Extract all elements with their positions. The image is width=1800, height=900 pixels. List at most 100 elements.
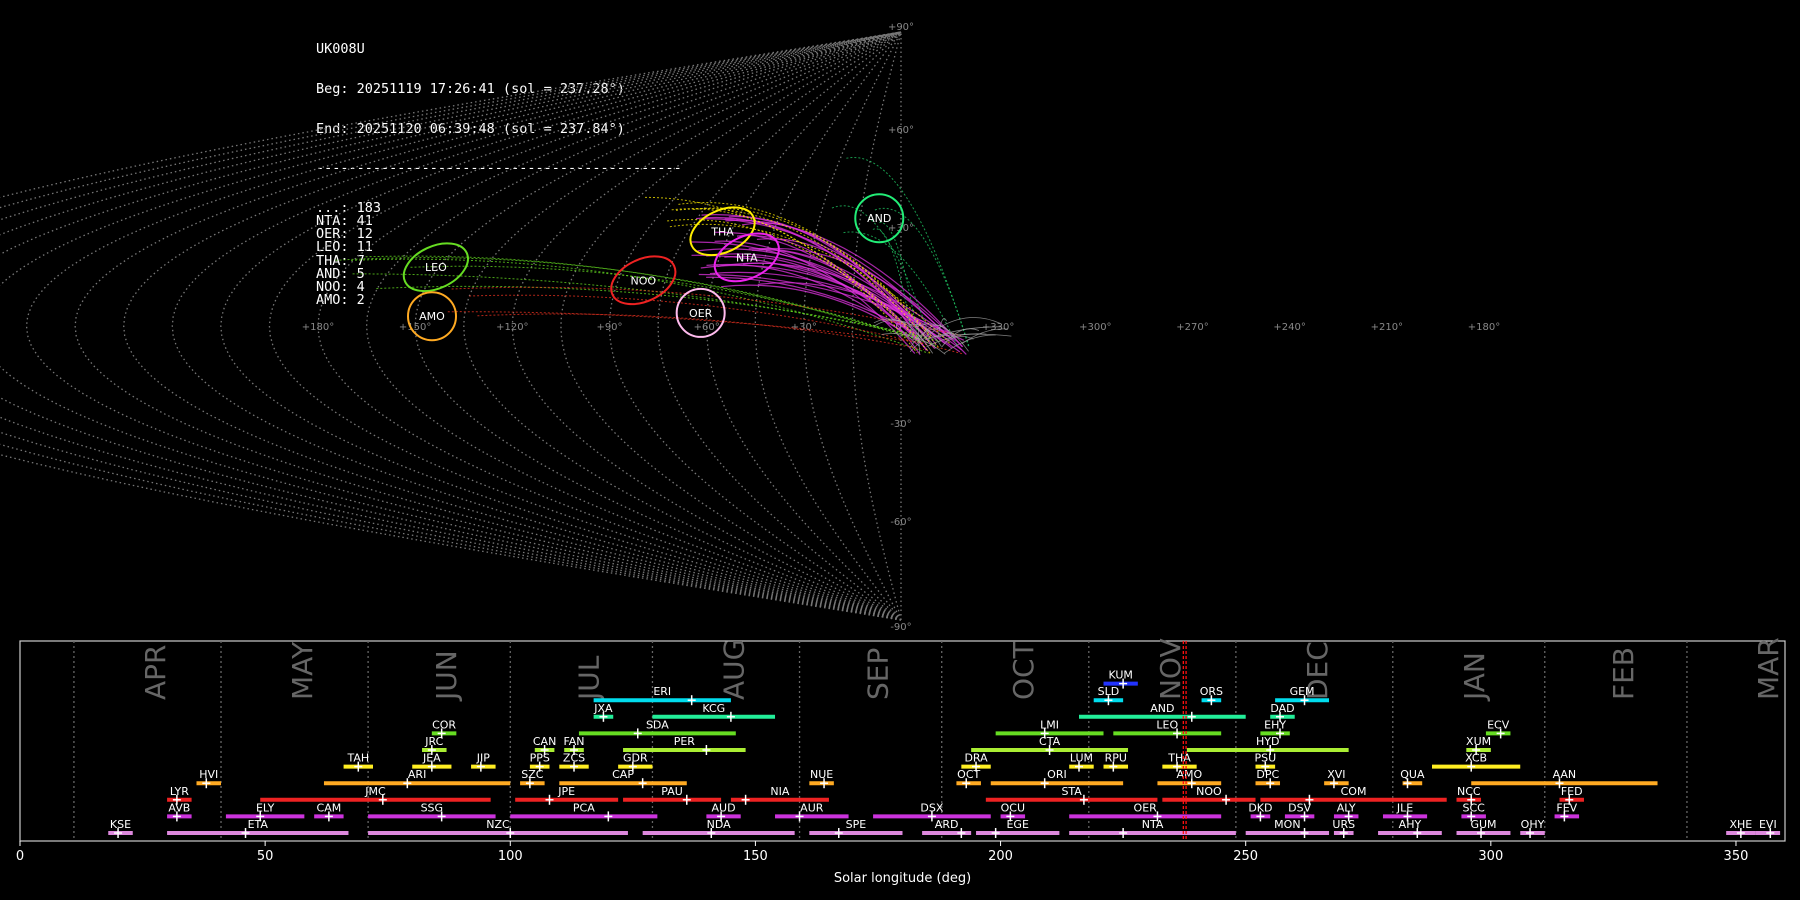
- meridian-line: [803, 31, 902, 621]
- shower-label: GEM: [1290, 685, 1315, 698]
- shower-label: JXA: [593, 702, 613, 715]
- shower-label: ECV: [1487, 718, 1510, 731]
- shower-label: LMI: [1040, 718, 1059, 731]
- shower-label: CTA: [1039, 735, 1061, 748]
- shower-label: RPU: [1105, 752, 1127, 765]
- longitude-label: +150°: [399, 322, 431, 333]
- shower-label: AMO: [1176, 768, 1202, 781]
- radiant-label: THA: [710, 225, 734, 238]
- meridian-line: [0, 31, 902, 621]
- x-tick-label: 200: [988, 849, 1013, 864]
- shower-label: PPS: [530, 752, 550, 765]
- radiant-label: NOO: [631, 274, 657, 287]
- shower-label: OCU: [1001, 801, 1025, 814]
- shower-label: EVI: [1759, 818, 1777, 831]
- shower-label: OCT: [957, 768, 980, 781]
- shower-label: HVI: [199, 768, 218, 781]
- shower-label: NDA: [707, 818, 732, 831]
- x-tick-label: 0: [16, 849, 24, 864]
- meridian-line: [0, 31, 902, 621]
- shower-label: LEO: [1156, 718, 1178, 731]
- x-axis: 0 50 100 150 200 250 300 350: [16, 841, 1748, 864]
- month-label: MAY: [286, 641, 319, 700]
- month-label: APR: [139, 645, 172, 701]
- shower-label: KUM: [1108, 669, 1132, 682]
- month-label: JUL: [572, 655, 605, 702]
- x-tick-label: 150: [743, 849, 768, 864]
- shower-label: NIA: [770, 785, 789, 798]
- longitude-label: +240°: [1273, 322, 1305, 333]
- meridian-line: [0, 31, 902, 621]
- shower-label: SLD: [1098, 685, 1120, 698]
- meridian-line: [414, 31, 902, 621]
- calendar-frame: [19, 640, 1786, 842]
- shower-label: JPE: [557, 785, 575, 798]
- shower-label: GDR: [623, 752, 648, 765]
- latitude-label: -90°: [890, 622, 911, 633]
- shower-label: ERI: [653, 685, 671, 698]
- longitude-label: +270°: [1176, 322, 1208, 333]
- shower-calendar-panel: APR MAY JUN JUL AUG SEP OCT NOV DEC JAN FEB MAR KUM…: [16, 637, 1786, 886]
- shower-label: XUM: [1466, 735, 1491, 748]
- shower-label: SZC: [521, 768, 544, 781]
- shower-label: NCC: [1457, 785, 1481, 798]
- shower-label: MON: [1274, 818, 1300, 831]
- latitude-label: -30°: [890, 419, 911, 430]
- shower-label: CAM: [317, 801, 342, 814]
- shower-label: FED: [1561, 785, 1583, 798]
- shower-label: XVI: [1327, 768, 1345, 781]
- shower-label: TAH: [346, 752, 369, 765]
- sky-grid: +180° +150° +120° +90° +60° +30° 0° +330° +300° +…: [0, 22, 1500, 633]
- shower-label: SPE: [846, 818, 867, 831]
- month-label: AUG: [718, 639, 751, 700]
- shower-label: SDA: [646, 718, 669, 731]
- shower-label: EHY: [1264, 718, 1286, 731]
- radiant-label: LEO: [425, 261, 447, 274]
- shower-label: FAN: [563, 735, 584, 748]
- shower-label: DRA: [964, 752, 988, 765]
- shower-label: SCC: [1463, 801, 1486, 814]
- latitude-label: +90°: [888, 22, 914, 33]
- longitude-label: +180°: [1468, 322, 1500, 333]
- shower-label: NZC: [486, 818, 510, 831]
- month-label: JUN: [430, 650, 463, 702]
- shower-label: AVB: [168, 801, 190, 814]
- longitude-label: +210°: [1371, 322, 1403, 333]
- shower-label: COR: [432, 718, 456, 731]
- radiant-label: AMO: [419, 310, 445, 323]
- shower-label: DSX: [920, 801, 943, 814]
- meridian-line: [365, 31, 902, 621]
- shower-label: CAN: [533, 735, 556, 748]
- radiant-label: AND: [867, 212, 891, 225]
- shower-label: ARD: [935, 818, 959, 831]
- meteor-track: [376, 285, 934, 340]
- shower-label: DAD: [1270, 702, 1294, 715]
- shower-label: AUR: [800, 801, 824, 814]
- shower-label: AHY: [1399, 818, 1422, 831]
- shower-label: LYR: [170, 785, 189, 798]
- x-tick-label: 250: [1233, 849, 1258, 864]
- meridian-line: [0, 31, 902, 621]
- radiant-label: NTA: [736, 251, 758, 264]
- month-label: FEB: [1607, 647, 1640, 700]
- shower-label: AAN: [1553, 768, 1577, 781]
- shower-label: GUM: [1470, 818, 1496, 831]
- shower-label: JIP: [476, 752, 490, 765]
- shower-label: PSU: [1254, 752, 1276, 765]
- longitude-label: +300°: [1079, 322, 1111, 333]
- meridian-line: [0, 31, 902, 621]
- longitude-label: +180°: [302, 322, 334, 333]
- radiant-and-calendar-chart: +180° +150° +120° +90° +60° +30° 0° +330° +300° +…: [0, 22, 1786, 886]
- x-tick-label: 50: [257, 849, 274, 864]
- shower-label: AND: [1150, 702, 1174, 715]
- latitude-label: -60°: [890, 517, 911, 528]
- month-label: OCT: [1007, 640, 1040, 700]
- shower-label: EGE: [1006, 818, 1028, 831]
- shower-label: ARI: [408, 768, 426, 781]
- shower-label: QUA: [1400, 768, 1425, 781]
- shower-label: ORS: [1200, 685, 1223, 698]
- shower-label: JEA: [422, 752, 441, 765]
- shower-label: NTA: [1142, 818, 1164, 831]
- shower-label: XHE: [1729, 818, 1752, 831]
- shower-label: PCA: [573, 801, 595, 814]
